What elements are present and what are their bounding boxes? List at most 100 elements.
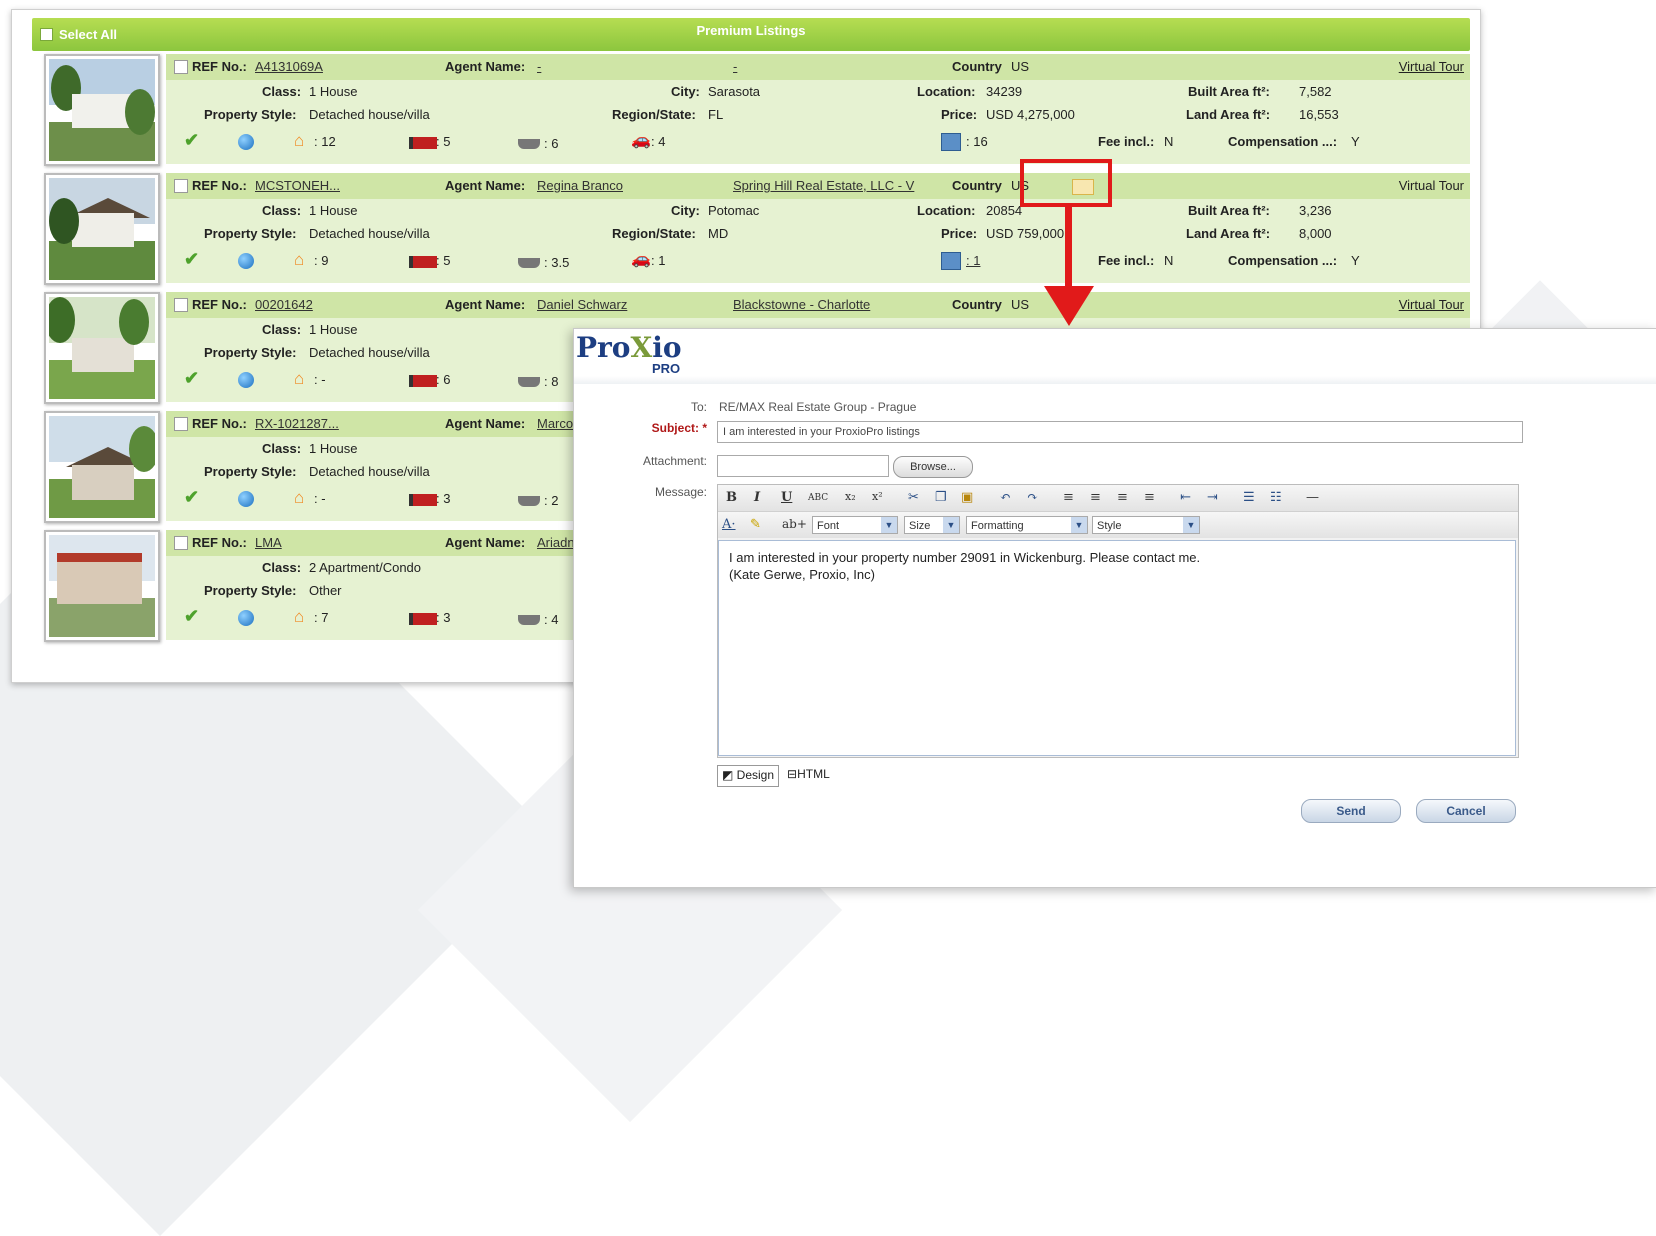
ref-link[interactable]: 00201642: [255, 297, 313, 312]
align-left-icon[interactable]: ≡: [1063, 490, 1074, 505]
compensation-value: Y: [1351, 134, 1360, 149]
undo-icon[interactable]: ↶: [1000, 490, 1011, 505]
indent-icon[interactable]: ⇥: [1207, 490, 1218, 505]
highlight-icon[interactable]: ✎: [750, 517, 761, 532]
listings-header: Select All Premium Listings: [32, 18, 1470, 51]
country-value: US: [1011, 297, 1030, 312]
location-label: Location:: [917, 84, 976, 99]
bold-icon[interactable]: B: [726, 490, 737, 505]
company-link[interactable]: -: [733, 59, 737, 74]
font-color-icon[interactable]: A·: [722, 517, 736, 532]
bedroom-count: : 5: [436, 134, 451, 149]
car-icon: 🚗: [631, 251, 651, 268]
superscript-icon[interactable]: x²: [872, 490, 883, 503]
country-label: Country: [952, 59, 1002, 74]
listing-checkbox[interactable]: [174, 60, 188, 74]
outdent-icon[interactable]: ⇤: [1180, 490, 1191, 505]
parking-count: : 4: [651, 134, 666, 149]
style-select[interactable]: Style ▼: [1092, 516, 1200, 534]
message-line: I am interested in your property number …: [729, 550, 1201, 565]
message-label: Message:: [654, 485, 707, 499]
ref-link[interactable]: MCSTONEH...: [255, 178, 340, 193]
paste-icon[interactable]: ▣: [961, 490, 973, 505]
listing-checkbox[interactable]: [174, 417, 188, 431]
property-photo[interactable]: [44, 54, 160, 166]
message-body[interactable]: I am interested in your property number …: [718, 540, 1516, 756]
size-select[interactable]: Size ▼: [904, 516, 960, 534]
globe-icon: [238, 372, 254, 388]
bedroom-count: : 5: [436, 253, 451, 268]
compensation-label: Compensation ...:: [1228, 253, 1338, 268]
subject-input[interactable]: [717, 421, 1523, 443]
room-count[interactable]: : 1: [966, 253, 980, 268]
listing-checkbox[interactable]: [174, 179, 188, 193]
horizontal-rule-icon[interactable]: —: [1306, 490, 1319, 505]
listing-checkbox[interactable]: [174, 536, 188, 550]
font-select[interactable]: Font ▼: [812, 516, 898, 534]
italic-icon[interactable]: I: [754, 490, 760, 505]
text-style-icon[interactable]: ab+: [782, 517, 807, 531]
built-area-label: Built Area ft²:: [1188, 203, 1270, 218]
location-label: Location:: [917, 203, 976, 218]
virtual-tour-link[interactable]: Virtual Tour: [1399, 178, 1464, 193]
chevron-down-icon: ▼: [881, 517, 897, 533]
ref-link[interactable]: A4131069A: [255, 59, 323, 74]
city-value: Sarasota: [708, 84, 761, 99]
listing-row: REF No.: MCSTONEH... Agent Name: Regina …: [32, 173, 1470, 291]
bedroom-icon: [409, 494, 437, 506]
company-link[interactable]: Spring Hill Real Estate, LLC - V: [733, 178, 914, 193]
send-button[interactable]: Send: [1301, 799, 1401, 823]
bathroom-count: : 8: [544, 374, 559, 389]
browse-button[interactable]: Browse...: [893, 456, 973, 478]
listing-card: REF No.: A4131069A Agent Name: - - Count…: [166, 54, 1470, 164]
subject-label: Subject: *: [651, 421, 707, 435]
ref-link[interactable]: LMA: [255, 535, 282, 550]
align-center-icon[interactable]: ≡: [1090, 490, 1101, 505]
copy-icon[interactable]: ❐: [935, 490, 947, 505]
class-value: 1 House: [309, 84, 358, 99]
company-link[interactable]: Blackstowne - Charlotte: [733, 297, 870, 312]
editor-toolbar: B I U ABC x₂ x² ✂ ❐ ▣ ↶ ↷ ≡ ≡ ≡ ≡ ⇤ ⇥ ☰ …: [718, 485, 1518, 512]
cancel-button[interactable]: Cancel: [1416, 799, 1516, 823]
bullet-list-icon[interactable]: ☰: [1243, 490, 1255, 505]
attachment-field[interactable]: [717, 455, 889, 477]
agent-link[interactable]: -: [537, 59, 541, 74]
region-value: FL: [708, 107, 724, 122]
subscript-icon[interactable]: x₂: [845, 490, 856, 503]
property-photo[interactable]: [44, 173, 160, 285]
globe-icon: [238, 491, 254, 507]
strikethrough-icon[interactable]: ABC: [808, 493, 828, 503]
listing-checkbox[interactable]: [174, 298, 188, 312]
region-label: Region/State:: [612, 107, 696, 122]
numbered-list-icon[interactable]: ☷: [1270, 490, 1282, 505]
underline-icon[interactable]: U: [781, 490, 792, 505]
redo-icon[interactable]: ↷: [1027, 490, 1038, 505]
formatting-select[interactable]: Formatting ▼: [966, 516, 1088, 534]
built-area-value: 7,582: [1299, 84, 1332, 99]
agent-label: Agent Name:: [445, 416, 526, 431]
agent-link[interactable]: Daniel Schwarz: [537, 297, 627, 312]
align-right-icon[interactable]: ≡: [1117, 490, 1128, 505]
logo-text-a: Pro: [576, 331, 631, 364]
style-value: Detached house/villa: [309, 464, 430, 479]
tab-html[interactable]: ⊟HTML: [783, 765, 834, 787]
bathroom-count: : 4: [544, 612, 559, 627]
ref-link[interactable]: RX-1021287...: [255, 416, 339, 431]
class-label: Class:: [262, 322, 302, 337]
property-photo[interactable]: [44, 530, 160, 642]
virtual-tour-link[interactable]: Virtual Tour: [1399, 297, 1464, 312]
align-justify-icon[interactable]: ≡: [1144, 490, 1155, 505]
property-photo[interactable]: [44, 292, 160, 404]
bedroom-icon: [409, 375, 437, 387]
logo-band: [574, 376, 1656, 384]
agent-link[interactable]: Regina Branco: [537, 178, 623, 193]
property-photo[interactable]: [44, 411, 160, 523]
chevron-down-icon: ▼: [1183, 517, 1199, 533]
cut-icon[interactable]: ✂: [908, 490, 919, 505]
check-icon: ✔: [184, 130, 200, 150]
globe-icon: [238, 134, 254, 150]
virtual-tour-link[interactable]: Virtual Tour: [1399, 59, 1464, 74]
bedroom-count: : 3: [436, 491, 451, 506]
tab-design[interactable]: ◩ Design: [717, 765, 780, 787]
style-label: Property Style:: [204, 464, 297, 479]
